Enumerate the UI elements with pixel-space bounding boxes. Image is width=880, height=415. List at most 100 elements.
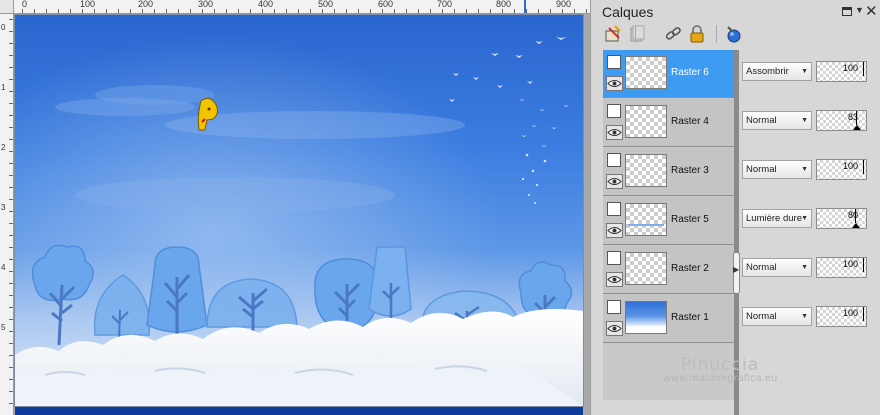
eye-icon[interactable] bbox=[606, 321, 623, 336]
layer-type-icon bbox=[607, 55, 621, 69]
opacity-slider[interactable]: 100 bbox=[816, 257, 867, 278]
ruler-tick bbox=[310, 9, 311, 13]
ruler-corner bbox=[0, 0, 14, 14]
watermark-name: Pinuccia bbox=[681, 355, 759, 375]
layer-row-raster-5[interactable]: Raster 5 bbox=[603, 197, 734, 245]
horizontal-ruler: 0 100 200 300 400 500 600 700 800 900 bbox=[0, 0, 590, 14]
ruler-tick bbox=[178, 9, 179, 13]
ruler-tick bbox=[34, 9, 35, 13]
canvas-workspace[interactable]: 0 100 200 300 400 500 600 700 800 900 0 … bbox=[0, 0, 590, 415]
ruler-tick bbox=[9, 295, 13, 296]
new-mask-layer-icon[interactable] bbox=[627, 24, 647, 44]
ruler-label: 2 bbox=[1, 143, 6, 152]
lock-icon[interactable] bbox=[687, 24, 707, 44]
winter-landscape-image bbox=[15, 15, 583, 406]
opacity-slider[interactable]: 80 bbox=[816, 208, 867, 229]
blend-mode-select[interactable]: Normal ▼ bbox=[742, 111, 812, 130]
ruler-tick bbox=[130, 9, 131, 13]
layer-row-raster-2[interactable]: Raster 2 bbox=[603, 246, 734, 294]
panel-title: Calques bbox=[602, 4, 654, 20]
blend-mode-select[interactable]: Normal ▼ bbox=[742, 307, 812, 326]
ruler-tick bbox=[586, 9, 587, 13]
opacity-value: 100 bbox=[842, 259, 858, 269]
ruler-label: 900 bbox=[556, 0, 572, 9]
layer-type-icon bbox=[607, 153, 621, 167]
layer-row-raster-4[interactable]: Raster 4 bbox=[603, 99, 734, 147]
layer-thumbnail bbox=[625, 56, 667, 89]
chevron-down-icon: ▼ bbox=[801, 264, 808, 271]
chevron-down-icon: ▼ bbox=[801, 68, 808, 75]
chevron-down-icon: ▼ bbox=[801, 313, 808, 320]
new-raster-layer-icon[interactable] bbox=[603, 24, 623, 44]
ruler-tick bbox=[382, 9, 383, 13]
ruler-tick bbox=[442, 9, 443, 13]
ruler-label: 700 bbox=[437, 0, 453, 9]
layer-properties-row: Normal ▼ 100 bbox=[741, 246, 871, 294]
layer-row-raster-6[interactable]: Raster 6 bbox=[603, 50, 734, 98]
opacity-slider-line bbox=[856, 111, 857, 125]
eye-icon[interactable] bbox=[606, 125, 623, 140]
ruler-label: 3 bbox=[1, 203, 6, 212]
blend-mode-select[interactable]: Normal ▼ bbox=[742, 258, 812, 277]
opacity-slider[interactable]: 100 bbox=[816, 306, 867, 327]
opacity-value: 100 bbox=[842, 308, 858, 318]
blend-ranges-icon[interactable] bbox=[723, 24, 743, 44]
image-canvas[interactable] bbox=[15, 15, 583, 406]
layer-type-icon bbox=[607, 104, 621, 118]
blend-mode-select[interactable]: Assombrir ▼ bbox=[742, 62, 812, 81]
layer-row-raster-1[interactable]: Raster 1 bbox=[603, 295, 734, 343]
opacity-slider-line bbox=[863, 160, 864, 174]
ruler-label: 0 bbox=[1, 23, 6, 32]
blend-mode-select[interactable]: Normal ▼ bbox=[742, 160, 812, 179]
blend-mode-value: Lumière dure bbox=[746, 213, 802, 224]
link-icon[interactable] bbox=[663, 24, 683, 44]
chevron-down-icon: ▼ bbox=[801, 117, 808, 124]
panel-restore-icon[interactable] bbox=[842, 7, 852, 16]
layer-row-raster-3[interactable]: Raster 3 bbox=[603, 148, 734, 196]
chevron-down-icon: ▼ bbox=[801, 215, 808, 222]
ruler-tick bbox=[118, 9, 119, 13]
ruler-tick bbox=[430, 9, 431, 13]
layer-type-icon bbox=[607, 251, 621, 265]
eye-icon[interactable] bbox=[606, 223, 623, 238]
ruler-tick bbox=[9, 187, 13, 188]
eye-icon[interactable] bbox=[606, 174, 623, 189]
splitter-arrow-icon[interactable]: ▶ bbox=[733, 265, 739, 274]
ruler-tick bbox=[358, 9, 359, 13]
blend-mode-value: Assombrir bbox=[746, 66, 789, 77]
close-icon[interactable]: ✕ bbox=[865, 2, 878, 20]
ruler-tick bbox=[9, 283, 13, 284]
ruler-tick bbox=[9, 331, 13, 332]
layer-thumbnail bbox=[625, 252, 667, 285]
ruler-tick bbox=[9, 43, 13, 44]
ruler-tick bbox=[9, 247, 13, 248]
opacity-slider[interactable]: 83 bbox=[816, 110, 867, 131]
blend-mode-select[interactable]: Lumière dure ▼ bbox=[742, 209, 812, 228]
ruler-label: 300 bbox=[198, 0, 214, 9]
panel-menu-chevron-icon[interactable]: ▼ bbox=[855, 5, 864, 15]
ruler-tick bbox=[46, 9, 47, 13]
opacity-slider-handle[interactable] bbox=[852, 223, 860, 228]
opacity-slider[interactable]: 100 bbox=[816, 61, 867, 82]
ruler-label: 200 bbox=[138, 0, 154, 9]
ruler-tick bbox=[490, 9, 491, 13]
chevron-down-icon: ▼ bbox=[801, 166, 808, 173]
ruler-tick bbox=[9, 139, 13, 140]
opacity-slider[interactable]: 100 bbox=[816, 159, 867, 180]
ruler-tick bbox=[9, 175, 13, 176]
layer-list: Raster 6 Raster 4 Raster 3 Raster 5 Rast… bbox=[603, 50, 734, 400]
ruler-tick bbox=[9, 391, 13, 392]
opacity-slider-handle[interactable] bbox=[853, 125, 861, 130]
ruler-label: 0 bbox=[22, 0, 28, 9]
ruler-tick bbox=[9, 67, 13, 68]
ruler-tick bbox=[166, 9, 167, 13]
ruler-tick bbox=[562, 9, 563, 13]
layer-properties-row: Normal ▼ 100 bbox=[741, 295, 871, 343]
eye-icon[interactable] bbox=[606, 76, 623, 91]
ruler-tick bbox=[250, 9, 251, 13]
eye-icon[interactable] bbox=[606, 272, 623, 287]
ruler-tick bbox=[454, 9, 455, 13]
ruler-tick bbox=[418, 9, 419, 13]
ruler-label: 5 bbox=[1, 323, 6, 332]
ruler-tick bbox=[9, 235, 13, 236]
